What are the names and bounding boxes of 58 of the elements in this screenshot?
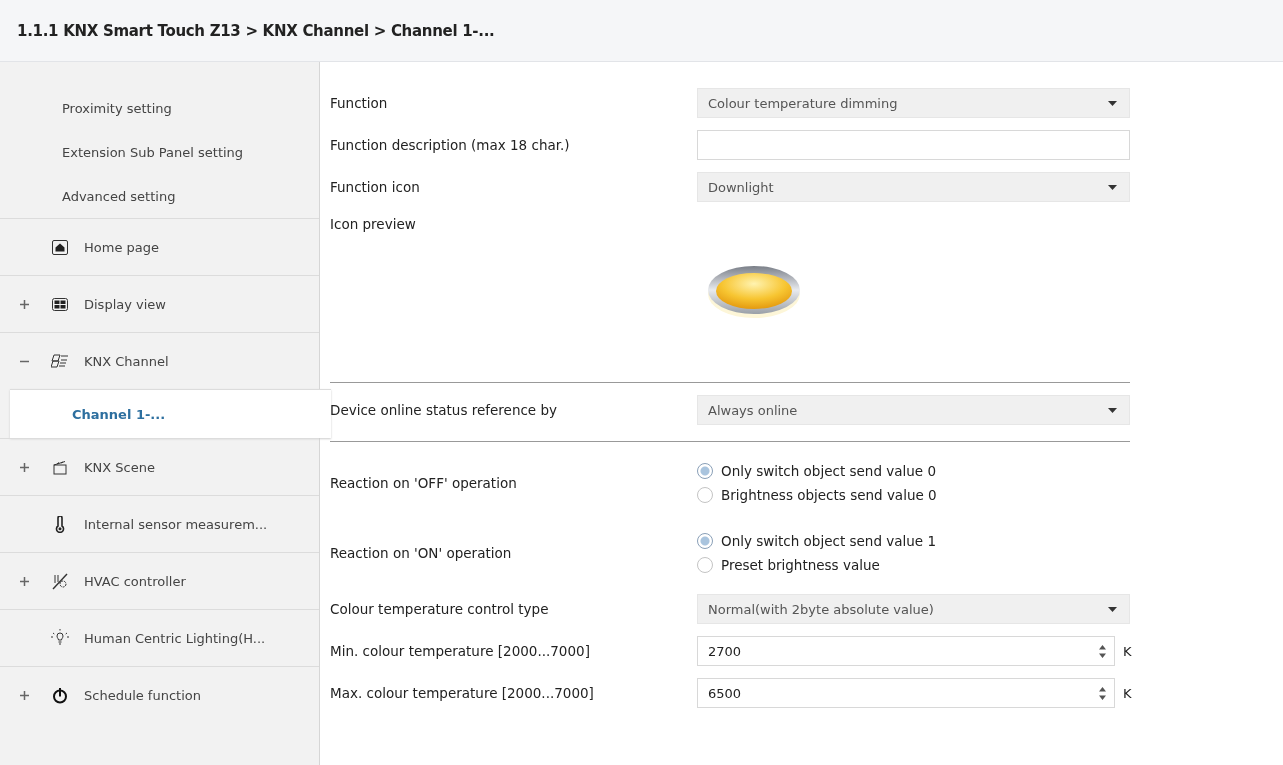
- sidebar-item[interactable]: KNX Channel: [84, 353, 169, 369]
- radio-label: Only switch object send value 1: [721, 533, 936, 549]
- dropdown[interactable]: Normal(with 2byte absolute value): [697, 594, 1130, 624]
- number-field[interactable]: 6500: [697, 678, 1115, 708]
- timer-icon: [52, 686, 68, 704]
- sidebar-item[interactable]: Display view: [84, 296, 166, 312]
- radio-button[interactable]: [697, 557, 713, 573]
- expand-icon[interactable]: [19, 462, 29, 472]
- sidebar-item[interactable]: Human Centric Lighting(H...: [84, 630, 266, 646]
- expand-icon[interactable]: [19, 299, 29, 309]
- home-icon: [52, 239, 68, 255]
- spinner-icon[interactable]: [1099, 644, 1106, 658]
- caret-icon: [1108, 606, 1117, 612]
- thermometer-icon: [54, 515, 66, 533]
- sidebar-item[interactable]: KNX Scene: [84, 459, 155, 475]
- radio-button[interactable]: [697, 463, 713, 479]
- sidebar-item[interactable]: Internal sensor measurem...: [84, 516, 268, 532]
- radio-label: Only switch object send value 0: [721, 463, 936, 479]
- expand-icon[interactable]: [19, 690, 29, 700]
- field-label: Colour temperature control type: [330, 601, 550, 617]
- field-label: Function icon: [330, 179, 421, 195]
- field-label: Reaction on 'ON' operation: [330, 545, 513, 561]
- input-field[interactable]: [697, 130, 1130, 160]
- dropdown[interactable]: Always online: [697, 395, 1130, 425]
- field-label: Min. colour temperature [2000...7000]: [330, 643, 591, 659]
- channel-icon: [51, 354, 69, 368]
- caret-icon: [1108, 100, 1117, 106]
- clapperboard-icon: [53, 459, 67, 475]
- field-label: Reaction on 'OFF' operation: [330, 475, 518, 491]
- dropdown[interactable]: Downlight: [697, 172, 1130, 202]
- unit-label: K: [1123, 643, 1132, 659]
- caret-icon: [1108, 407, 1117, 413]
- field-label: Function description (max 18 char.): [330, 137, 571, 153]
- dropdown[interactable]: Colour temperature dimming: [697, 88, 1130, 118]
- spinner-icon[interactable]: [1099, 686, 1106, 700]
- sidebar-item[interactable]: Home page: [84, 239, 159, 255]
- field-label: Icon preview: [330, 216, 417, 232]
- sidebar-item[interactable]: Extension Sub Panel setting: [0, 130, 319, 174]
- radio-label: Brightness objects send value 0: [721, 487, 937, 503]
- breadcrumb: 1.1.1 KNX Smart Touch Z13 > KNX Channel > Channel 1-...: [17, 21, 495, 40]
- sidebar-item[interactable]: Proximity setting: [0, 86, 319, 130]
- radio-label: Preset brightness value: [721, 557, 880, 573]
- field-label: Max. colour temperature [2000...7000]: [330, 685, 595, 701]
- caret-icon: [1108, 184, 1117, 190]
- sidebar-item[interactable]: Channel 1-...: [10, 389, 331, 438]
- radio-button[interactable]: [697, 533, 713, 549]
- expand-icon[interactable]: [19, 576, 29, 586]
- unit-label: K: [1123, 685, 1132, 701]
- hvac-icon: [51, 572, 69, 590]
- number-field[interactable]: 2700: [697, 636, 1115, 666]
- bulb-icon: [50, 629, 70, 647]
- radio-button[interactable]: [697, 487, 713, 503]
- sidebar-item[interactable]: Schedule function: [84, 687, 201, 703]
- grid-icon: [52, 297, 68, 311]
- field-label: Function: [330, 95, 389, 111]
- sidebar-item[interactable]: Advanced setting: [0, 174, 319, 218]
- field-label: Device online status reference by: [330, 402, 558, 418]
- sidebar-item[interactable]: HVAC controller: [84, 573, 186, 589]
